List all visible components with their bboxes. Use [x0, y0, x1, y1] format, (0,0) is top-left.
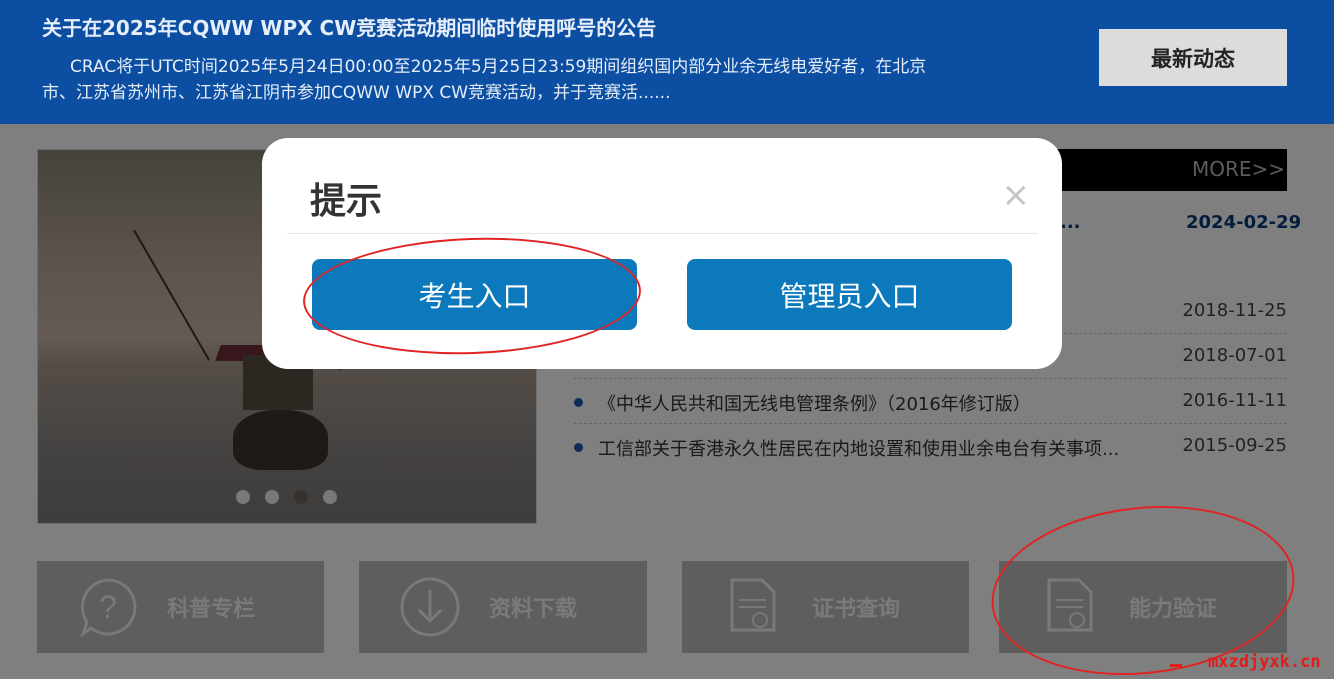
dialog-title: 提示 — [310, 181, 383, 222]
announcement-title[interactable]: 关于在2025年CQWW WPX CW竞赛活动期间临时使用呼号的公告 — [42, 12, 656, 41]
watermark-dash — [1170, 664, 1182, 667]
watermark-text: mxzdjyxk.cn — [1208, 652, 1321, 672]
close-icon[interactable]: × — [1002, 178, 1031, 212]
candidate-entry-button[interactable]: 考生入口 — [312, 259, 637, 330]
announcement-summary: CRAC将于UTC时间2025年5月24日00:00至2025年5月25日23:… — [42, 57, 927, 103]
prompt-dialog: 提示 × 考生入口 管理员入口 — [262, 138, 1062, 369]
admin-entry-button[interactable]: 管理员入口 — [687, 259, 1012, 330]
dialog-divider — [287, 233, 1038, 234]
latest-news-button[interactable]: 最新动态 — [1099, 29, 1287, 86]
top-banner: 关于在2025年CQWW WPX CW竞赛活动期间临时使用呼号的公告 CRAC将… — [0, 0, 1334, 124]
